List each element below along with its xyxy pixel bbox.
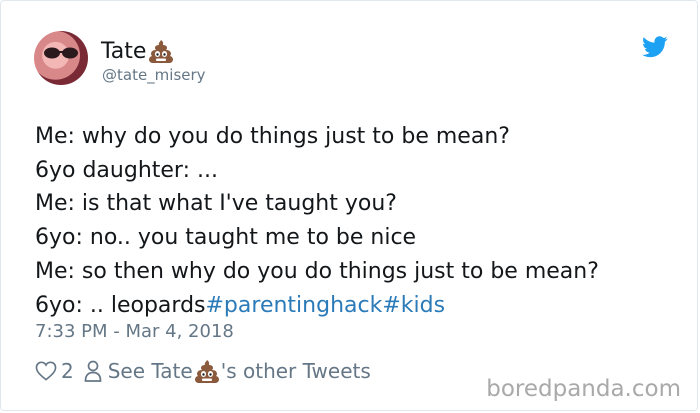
tweet-footer: 2 See Tate 's other Tweets	[35, 357, 371, 385]
see-other-tweets-link[interactable]: See Tate 's other Tweets	[74, 358, 371, 384]
tweet-line: Me: why do you do things just to be mean…	[35, 124, 510, 149]
twitter-icon[interactable]	[642, 36, 668, 58]
tweet-line: 6yo daughter: ...	[35, 157, 218, 183]
like-count[interactable]: 2	[61, 359, 74, 383]
tweet-card: Tate @tate_misery Me: why do you do thin…	[0, 0, 698, 411]
watermark: boredpanda.com	[486, 376, 681, 402]
tweet-line-text: 6yo: .. leopards	[35, 292, 206, 318]
tweet-line: Me: is that what I've taught you?	[35, 191, 397, 217]
sunglasses-icon	[44, 47, 78, 59]
tweet-text: Me: why do you do things just to be mean…	[35, 120, 599, 322]
tweet-timestamp[interactable]: 7:33 PM - Mar 4, 2018	[35, 321, 234, 342]
tweet-line-last: 6yo: .. leopards#parentinghack#kids	[35, 289, 599, 323]
author-name-row[interactable]: Tate	[101, 37, 175, 65]
see-suffix: 's other Tweets	[220, 359, 371, 383]
heart-icon[interactable]	[35, 361, 57, 381]
hashtag-parentinghack[interactable]: #parentinghack	[206, 293, 383, 318]
person-icon	[84, 360, 102, 382]
poop-icon	[194, 360, 219, 383]
author-handle[interactable]: @tate_misery	[102, 66, 206, 84]
tweet-line: 6yo: no.. you taught me to be nice	[35, 225, 417, 251]
poop-icon	[149, 40, 174, 63]
hashtag-kids[interactable]: #kids	[382, 293, 445, 318]
tweet-line: Me: so then why do you do things just to…	[35, 258, 599, 284]
see-prefix: See Tate	[107, 359, 193, 383]
author-name[interactable]: Tate	[101, 39, 146, 64]
avatar[interactable]	[34, 31, 88, 85]
